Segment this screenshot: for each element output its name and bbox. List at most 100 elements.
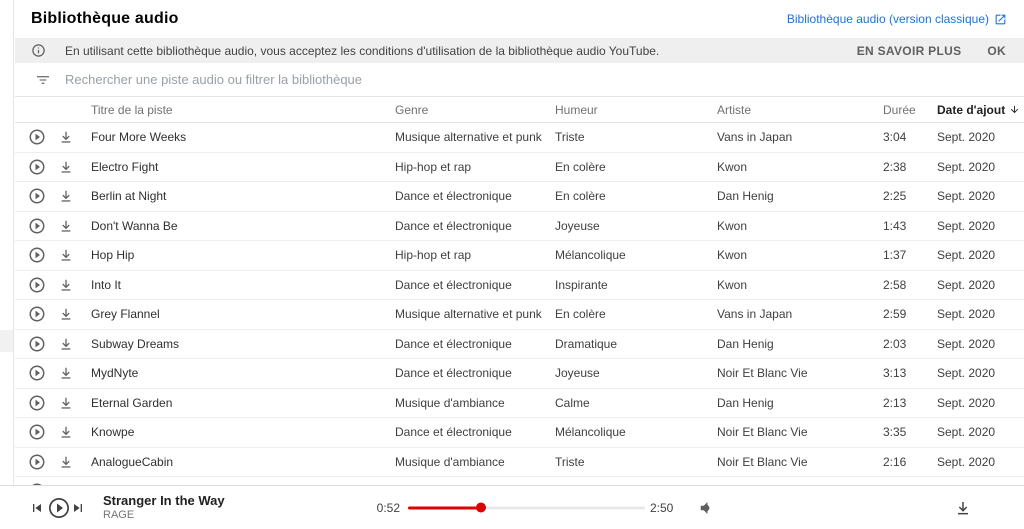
learn-more-button[interactable]: EN SAVOIR PLUS: [857, 44, 962, 58]
track-title-cell: Into It: [91, 277, 122, 292]
volume-button[interactable]: [697, 499, 715, 517]
download-current-track-button[interactable]: [955, 500, 971, 516]
track-date-cell: Sept. 2020: [937, 454, 996, 469]
play-track-button[interactable]: [28, 394, 46, 412]
download-track-button[interactable]: [59, 396, 73, 410]
track-artist-cell: Noir Et Blanc Vie: [717, 454, 808, 469]
track-duration-cell: 1:43: [883, 218, 907, 233]
column-header-date-added[interactable]: Date d'ajout: [937, 103, 1024, 117]
table-row[interactable]: MydNyte Dance et électronique Joyeuse No…: [15, 359, 1024, 389]
track-mood-cell: Triste: [555, 130, 585, 145]
download-track-button[interactable]: [59, 366, 73, 380]
table-row[interactable]: Into It Dance et électronique Inspirante…: [15, 270, 1024, 300]
play-track-button[interactable]: [28, 128, 46, 146]
info-icon: [31, 43, 46, 58]
table-row[interactable]: Knowpe Dance et électronique Mélancoliqu…: [15, 418, 1024, 448]
track-mood-cell: Dramatique: [555, 336, 618, 351]
play-track-button[interactable]: [28, 276, 46, 294]
download-track-button[interactable]: [59, 160, 73, 174]
track-date-cell: Sept. 2020: [937, 277, 996, 292]
track-duration-cell: 2:03: [883, 336, 907, 351]
clipped-next-row: [15, 477, 1024, 485]
track-duration-cell: 2:13: [883, 395, 907, 410]
column-header-genre[interactable]: Genre: [395, 103, 555, 117]
audio-player-bar: Stranger In the Way RAGE 0:52 2:50: [0, 485, 1024, 529]
search-input[interactable]: [65, 72, 1024, 87]
audio-library-page: Bibliothèque audio Bibliothèque audio (v…: [0, 0, 1024, 529]
table-row[interactable]: Grey Flannel Musique alternative et punk…: [15, 300, 1024, 330]
track-title-cell: Don't Wanna Be: [91, 218, 178, 233]
track-mood-cell: Inspirante: [555, 277, 608, 292]
track-artist-cell: Kwon: [717, 218, 748, 233]
play-track-button[interactable]: [28, 453, 46, 471]
table-header-row: Titre de la piste Genre Humeur Artiste D…: [15, 97, 1024, 123]
play-pause-button[interactable]: [47, 496, 71, 520]
play-track-button[interactable]: [28, 246, 46, 264]
terms-notice-bar: En utilisant cette bibliothèque audio, v…: [15, 38, 1024, 63]
track-date-cell: Sept. 2020: [937, 366, 996, 381]
column-header-artist[interactable]: Artiste: [717, 103, 883, 117]
play-track-button[interactable]: [28, 423, 46, 441]
download-track-button[interactable]: [59, 219, 73, 233]
track-date-cell: Sept. 2020: [937, 336, 996, 351]
table-row[interactable]: Electro Fight Hip-hop et rap En colère K…: [15, 152, 1024, 182]
play-track-button[interactable]: [28, 187, 46, 205]
previous-track-button[interactable]: [29, 500, 45, 516]
play-track-button[interactable]: [28, 364, 46, 382]
next-track-button[interactable]: [70, 500, 86, 516]
total-time: 2:50: [650, 500, 674, 515]
track-mood-cell: Mélancolique: [555, 425, 626, 440]
track-title-cell: Hop Hip: [91, 248, 135, 263]
download-track-button[interactable]: [59, 278, 73, 292]
track-artist-cell: Noir Et Blanc Vie: [717, 366, 808, 381]
track-artist-cell: Dan Henig: [717, 395, 774, 410]
track-duration-cell: 1:37: [883, 248, 907, 263]
track-date-cell: Sept. 2020: [937, 307, 996, 322]
table-row[interactable]: Eternal Garden Musique d'ambiance Calme …: [15, 388, 1024, 418]
track-table: Four More Weeks Musique alternative et p…: [15, 123, 1024, 477]
column-header-mood[interactable]: Humeur: [555, 103, 717, 117]
track-genre-cell: Musique alternative et punk: [395, 130, 542, 145]
track-genre-cell: Dance et électronique: [395, 336, 512, 351]
track-artist-cell: Dan Henig: [717, 336, 774, 351]
column-header-duration[interactable]: Durée: [883, 103, 937, 117]
track-mood-cell: Triste: [555, 454, 585, 469]
play-track-button[interactable]: [28, 217, 46, 235]
download-track-button[interactable]: [59, 189, 73, 203]
table-row[interactable]: Hop Hip Hip-hop et rap Mélancolique Kwon…: [15, 241, 1024, 271]
track-title-cell: Knowpe: [91, 425, 135, 440]
column-header-title[interactable]: Titre de la piste: [73, 103, 395, 117]
play-track-button[interactable]: [28, 335, 46, 353]
play-track-button[interactable]: [28, 305, 46, 323]
track-title-cell: Eternal Garden: [91, 395, 173, 410]
download-track-button[interactable]: [59, 337, 73, 351]
table-row[interactable]: Berlin at Night Dance et électronique En…: [15, 182, 1024, 212]
track-genre-cell: Dance et électronique: [395, 366, 512, 381]
ok-button[interactable]: OK: [987, 44, 1006, 58]
progress-bar[interactable]: [408, 502, 645, 513]
classic-version-link[interactable]: Bibliothèque audio (version classique): [787, 12, 1007, 26]
download-track-button[interactable]: [59, 455, 73, 469]
track-mood-cell: En colère: [555, 307, 606, 322]
download-track-button[interactable]: [59, 130, 73, 144]
download-track-button[interactable]: [59, 425, 73, 439]
track-artist-cell: Dan Henig: [717, 189, 774, 204]
play-track-button[interactable]: [28, 158, 46, 176]
table-row[interactable]: Subway Dreams Dance et électronique Dram…: [15, 329, 1024, 359]
track-mood-cell: Mélancolique: [555, 248, 626, 263]
progress-knob[interactable]: [476, 502, 487, 513]
download-track-button[interactable]: [59, 307, 73, 321]
current-time: 0:52: [376, 500, 400, 515]
table-row[interactable]: Four More Weeks Musique alternative et p…: [15, 123, 1024, 153]
download-track-button[interactable]: [59, 248, 73, 262]
external-link-icon: [994, 13, 1007, 26]
track-title-cell: Four More Weeks: [91, 130, 187, 145]
track-title-cell: Grey Flannel: [91, 307, 160, 322]
gutter-highlight: [0, 330, 13, 352]
track-mood-cell: Joyeuse: [555, 218, 600, 233]
table-row[interactable]: Don't Wanna Be Dance et électronique Joy…: [15, 211, 1024, 241]
now-playing-info: Stranger In the Way RAGE: [103, 493, 225, 523]
track-genre-cell: Dance et électronique: [395, 277, 512, 292]
table-row[interactable]: AnalogueCabin Musique d'ambiance Triste …: [15, 447, 1024, 477]
track-title-cell: MydNyte: [91, 366, 139, 381]
